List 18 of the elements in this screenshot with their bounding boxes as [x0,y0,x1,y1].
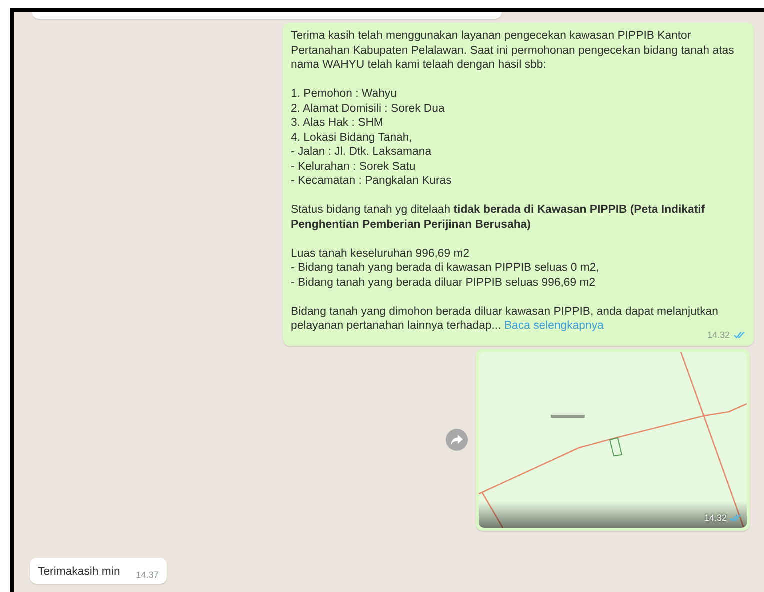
message-text: - Bidang tanah yang berada di kawasan PIPPIB seluas 0 m2, [291,261,600,276]
message-text: - Kelurahan : Sorek Satu [291,160,417,174]
message-text: 1. Pemohon : Wahyu [291,87,398,102]
message-text: - Kecamatan : Pangkalan Kuras [291,174,453,188]
share-arrow-icon [451,435,463,445]
message-time: 14.37 [136,568,159,582]
read-more-link[interactable]: Baca selengkapnya [504,320,604,332]
message-text: Luas tanah keseluruhan 996,69 m2 [291,246,471,261]
message-text: 3. Alas Hak : SHM [291,116,384,130]
message-text: Terima kasih telah menggunakan layanan pengecekan kawasan PIPPIB Kantor Pertanahan Kabupaten Pelalawan. Saat ini permohonan pengecekan bidang tanah atas nama WAHYU telah kami telaah dengan hasil sbb: [291,29,736,72]
message-text: 4. Lokasi Bidang Tanah, [291,130,414,145]
message-text: Terimakasih min [38,564,120,579]
message-time: 14.32 [704,512,727,524]
forward-button[interactable] [446,429,468,451]
message-text: - Jalan : Jl. Dtk. Laksamana [291,145,433,160]
message-text: - Bidang tanah yang berada diluar PIPPIB seluas 996,69 m2 [291,276,597,290]
message-text: Status bidang tanah yg ditelaah tidak berada di Kawasan PIPPIB (Peta Indikatif Penghentian Pemberian Perijinan Berusaha) [291,203,706,232]
message-text: 2. Alamat Domisili : Sorek Dua [291,102,446,116]
